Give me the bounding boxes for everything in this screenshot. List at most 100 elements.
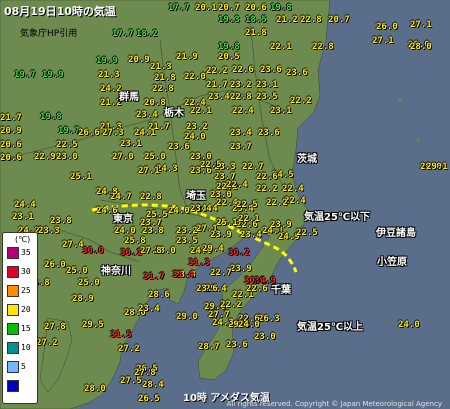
temperature-reading: 23.2 [176, 226, 198, 236]
temperature-reading: 23.4 [138, 304, 160, 314]
copyright: All rights reserved. Copyright © Japan M… [226, 400, 442, 408]
temperature-reading: 22.7 [242, 162, 264, 172]
temperature-reading: 31.5 [110, 330, 132, 340]
temperature-reading: 30.2 [228, 248, 250, 258]
temperature-reading: 22.8 [312, 42, 334, 52]
temperature-reading: 22.1 [238, 214, 260, 224]
temperature-reading: 19.8 [270, 3, 292, 13]
temperature-reading: 19.8 [218, 42, 240, 52]
temperature-reading: 23.1 [270, 106, 292, 116]
temperature-reading: 24.0 [168, 206, 190, 216]
temperature-reading: 25.0 [78, 278, 100, 288]
island [398, 98, 402, 102]
temperature-reading: 24.0 [238, 320, 260, 330]
legend-level-label: 35 [21, 248, 31, 257]
temperature-reading: 20.7 [218, 3, 240, 13]
temperature-reading: 29.0 [176, 312, 198, 322]
legend-level-label: 20 [21, 305, 31, 314]
temperature-reading: 25.1 [70, 172, 92, 182]
temperature-reading: 20.8 [144, 98, 166, 108]
temperature-reading: 21.3 [150, 62, 172, 72]
pref-label-kanagawa: 神奈川 [101, 266, 131, 277]
temperature-reading: 27.1 [410, 20, 432, 30]
legend-swatch [7, 285, 19, 297]
temperature-reading: 27.8 [134, 368, 156, 378]
legend-swatch [7, 247, 19, 259]
temperature-reading: 22.8 [230, 92, 252, 102]
temperature-reading: 23.6 [226, 340, 248, 350]
temperature-reading: 24.3 [212, 318, 234, 328]
temperature-reading: 25.5 [146, 210, 168, 220]
temperature-reading: 23.4 [240, 230, 262, 240]
temperature-reading: 23.4 [208, 92, 230, 102]
island [416, 138, 420, 142]
temperature-reading: 19.3 [218, 15, 240, 25]
temperature-reading: 25.0 [144, 152, 166, 162]
pref-label-gunma: 群馬 [119, 92, 139, 103]
legend-unit: (℃) [15, 235, 31, 244]
pref-label-tochigi: 栃木 [164, 108, 184, 119]
temperature-reading: 31.7 [143, 272, 165, 282]
temperature-reading: 24.4 [14, 200, 36, 210]
legend-level-label: 30 [21, 267, 31, 276]
map-title: 08月19日10時の気温 [4, 5, 116, 18]
temperature-reading: 21.8 [154, 73, 176, 83]
temperature-reading: 21.3 [98, 70, 120, 80]
pref-label-ibaraki: 茨城 [297, 154, 317, 165]
annotation-above-25: 気温25℃以上 [297, 322, 364, 333]
temperature-reading: 20.1 [195, 3, 217, 13]
map-subtitle: 気象庁HP引用 [20, 29, 78, 39]
temperature-reading: 22.4 [282, 184, 304, 194]
legend-swatch [7, 380, 19, 392]
temperature-reading: 25.0 [66, 266, 88, 276]
temperature-reading: 23.6 [258, 128, 280, 138]
temperature-reading: 28.7 [198, 342, 220, 352]
temperature-reading: 22.0 [184, 72, 206, 82]
temperature-reading: 22.7 [210, 268, 232, 278]
temperature-reading: 22.8 [152, 84, 174, 94]
temperature-reading: 21.7 [0, 113, 22, 123]
legend-swatch [7, 323, 19, 335]
temperature-reading: 22.4 [232, 106, 254, 116]
temperature-reading: 24.7 [110, 192, 132, 202]
temperature-reading: 22.1 [270, 42, 292, 52]
temperature-reading: 27.0 [112, 152, 134, 162]
temperature-reading: 22.6 [256, 172, 278, 182]
temperature-reading: 22.2 [256, 184, 278, 194]
temperature-reading: 27.8 [140, 246, 162, 256]
temperature-reading: 23.4 [136, 110, 158, 120]
temperature-reading: 27.2 [118, 344, 140, 354]
temperature-reading: 23.0 [254, 332, 276, 342]
temperature-reading: 26.6 [78, 128, 100, 138]
temperature-reading: 28.9 [72, 294, 94, 304]
temperature-reading: 22.5 [56, 140, 78, 150]
temperature-reading: 20.9 [128, 55, 150, 65]
temperature-reading: 24.0 [398, 320, 420, 330]
temperature-reading: 25.8 [124, 236, 146, 246]
temperature-reading: 21.2 [276, 15, 298, 25]
temperature-reading: 26.0 [376, 22, 398, 32]
temperature-reading: 23.9 [270, 220, 292, 230]
pref-label-chiba: 千葉 [271, 285, 291, 296]
temperature-reading: 19.7 [14, 70, 36, 80]
temperature-reading: 22.5 [236, 200, 258, 210]
temperature-reading: 23.1 [256, 80, 278, 90]
legend-level-label: 10 [21, 343, 31, 352]
temperature-reading: 23.6 [260, 65, 282, 75]
temperature-reading: 28.0 [84, 384, 106, 394]
temperature-reading: 19.9 [96, 56, 118, 66]
temperature-reading: 28.6 [148, 290, 170, 300]
temperature-reading: 20.9 [0, 126, 22, 136]
temperature-reading: 22.8 [140, 192, 162, 202]
temperature-reading: 27.1 [372, 36, 394, 46]
temperature-reading: 28.4 [142, 380, 164, 390]
temperature-reading: 19.8 [40, 112, 62, 122]
temperature-reading: 23.5 [176, 236, 198, 246]
temperature-reading: 23.5 [256, 92, 278, 102]
temperature-reading: 22.2 [266, 198, 288, 208]
temperature-reading: 20.6 [245, 3, 267, 13]
temperature-reading: 22.2 [290, 96, 312, 106]
temperature-reading: 31.4 [172, 270, 194, 280]
legend: (℃) 35 30 25 20 15 10 5 [2, 232, 38, 404]
temperature-reading: 23.8 [50, 216, 72, 226]
